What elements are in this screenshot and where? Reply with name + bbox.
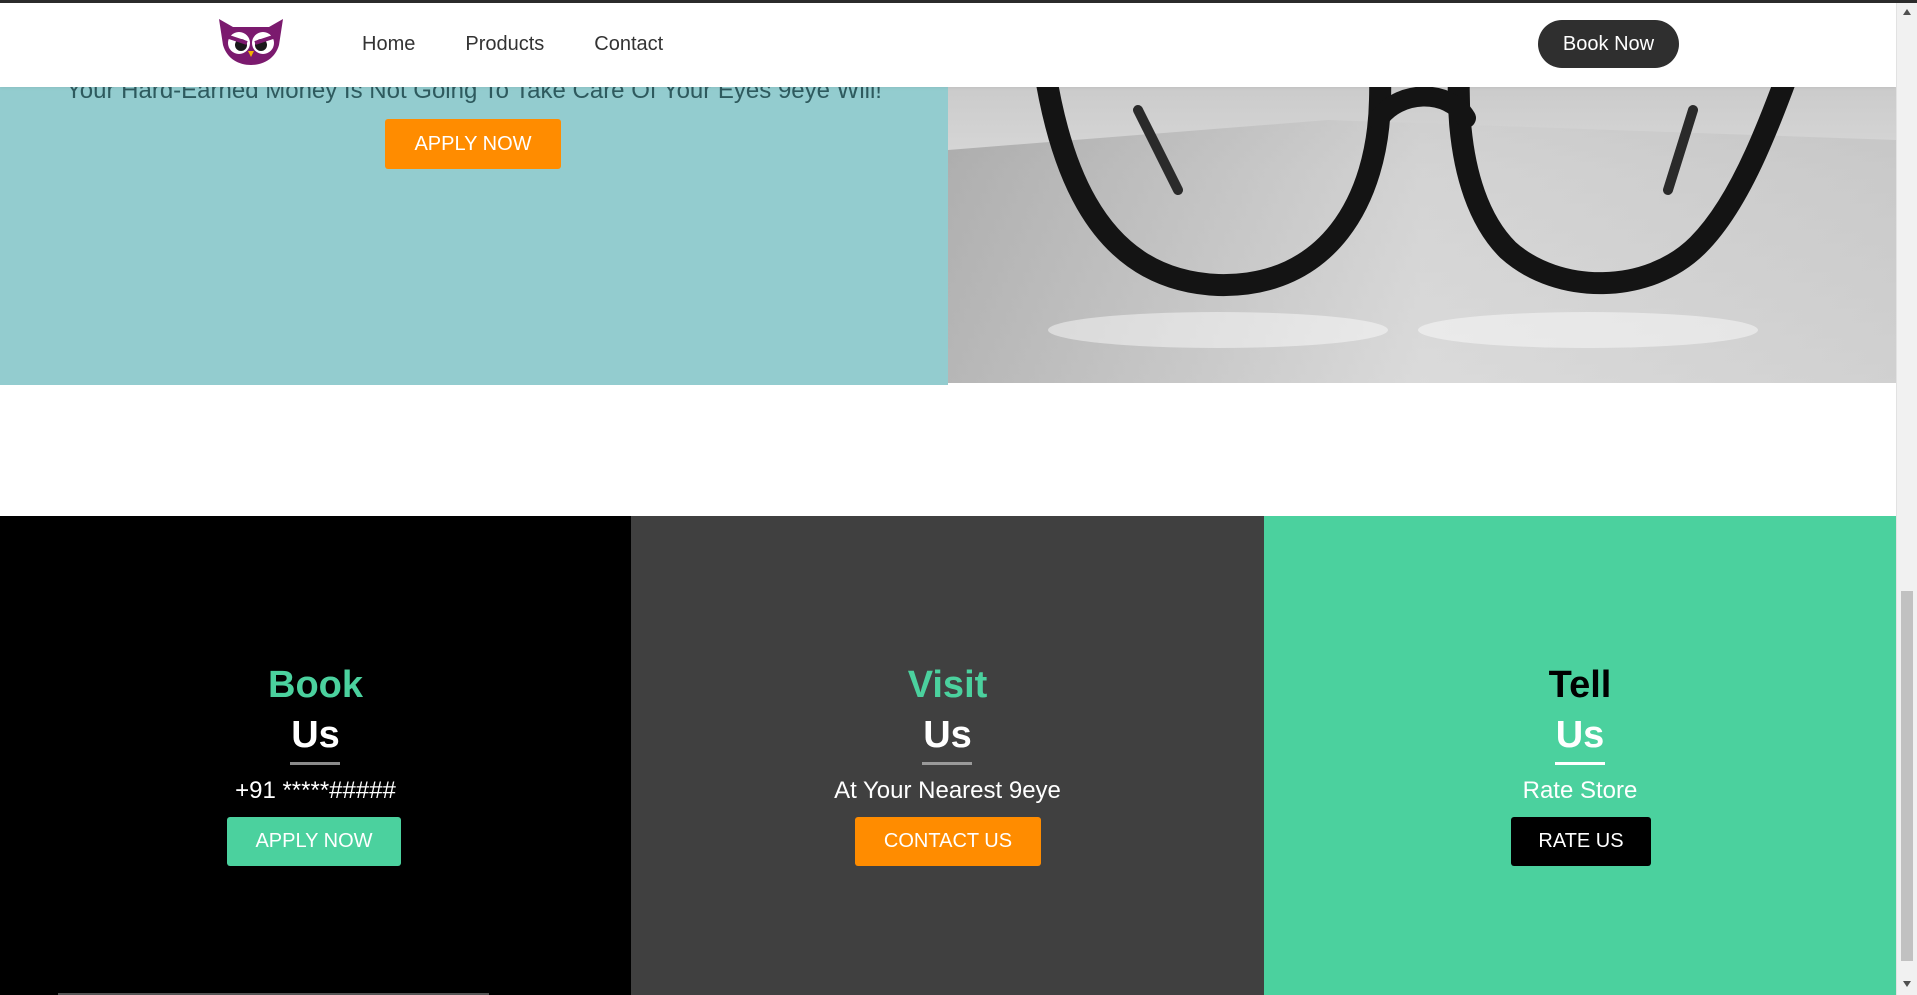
tell-us-section: Tell Us Rate Store RATE US: [1264, 516, 1896, 995]
scroll-down-arrow-icon[interactable]: [1903, 981, 1911, 987]
vertical-scrollbar[interactable]: [1896, 3, 1917, 995]
hero-apply-now-button[interactable]: APPLY NOW: [385, 119, 561, 169]
nav-link-products[interactable]: Products: [465, 33, 544, 56]
visit-text: At Your Nearest 9eye: [834, 777, 1061, 804]
section-title: Book: [268, 664, 363, 706]
scroll-up-arrow-icon[interactable]: [1903, 9, 1911, 15]
nav-menu: Home Products Contact: [362, 33, 663, 56]
section-subtitle: Us: [923, 714, 972, 756]
top-navbar: Home Products Contact Book Now: [0, 3, 1896, 87]
nav-link-home[interactable]: Home: [362, 33, 415, 56]
apply-now-button[interactable]: APPLY NOW: [227, 817, 401, 866]
owl-logo-icon[interactable]: [215, 15, 287, 67]
contact-us-button[interactable]: CONTACT US: [855, 817, 1041, 866]
title-underline: [1555, 762, 1605, 765]
section-subtitle: Us: [1555, 714, 1605, 756]
book-now-button[interactable]: Book Now: [1538, 20, 1679, 68]
section-title: Visit: [907, 664, 988, 706]
window-top-border: [0, 0, 1917, 3]
scrollbar-thumb[interactable]: [1901, 591, 1913, 961]
nav-link-contact[interactable]: Contact: [594, 33, 663, 56]
rate-us-button[interactable]: RATE US: [1511, 817, 1651, 866]
section-title: Tell: [1548, 664, 1612, 706]
rate-store-text: Rate Store: [1522, 777, 1638, 804]
phone-number: +91 *****#####: [235, 777, 396, 804]
title-underline: [290, 762, 340, 765]
visit-us-section: Visit Us At Your Nearest 9eye CONTACT US: [631, 516, 1264, 995]
book-us-section: Book Us +91 *****##### APPLY NOW: [0, 516, 631, 995]
title-underline: [922, 762, 972, 765]
section-subtitle: Us: [291, 714, 340, 756]
